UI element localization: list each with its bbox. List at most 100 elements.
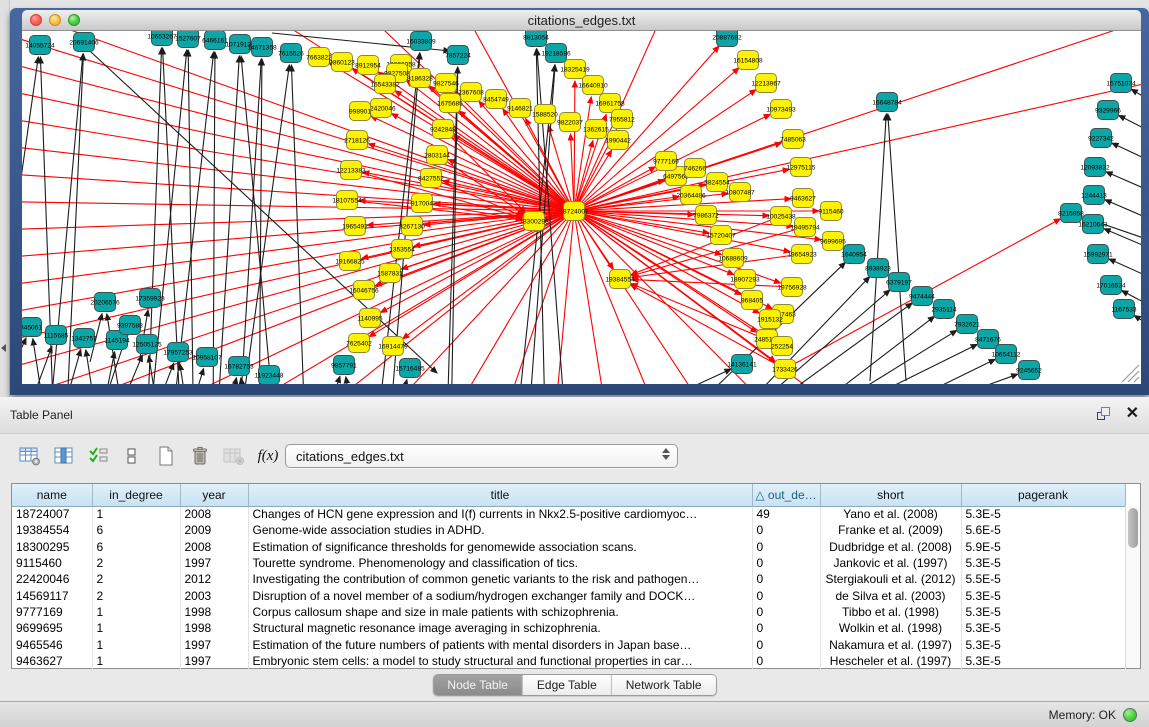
- network-node[interactable]: 917004: [411, 194, 433, 213]
- function-builder-icon[interactable]: f(x): [254, 442, 282, 470]
- network-node[interactable]: 8267130: [399, 217, 425, 236]
- network-node[interactable]: 2367608: [458, 83, 484, 102]
- column-header-name[interactable]: name: [12, 484, 92, 506]
- network-node[interactable]: 7986372: [693, 206, 719, 225]
- column-header-year[interactable]: year: [180, 484, 248, 506]
- network-node[interactable]: 1115685: [44, 326, 69, 345]
- network-node[interactable]: 16210643: [1078, 215, 1108, 234]
- table-row[interactable]: 946554611997Estimation of the future num…: [12, 636, 1125, 652]
- table-select-dropdown[interactable]: citations_edges.txt: [285, 444, 678, 468]
- network-node[interactable]: 9227342: [1088, 129, 1114, 148]
- table-row[interactable]: 977716911998Corpus callosum shape and si…: [12, 604, 1125, 620]
- network-node[interactable]: 2935114: [931, 300, 957, 319]
- network-node[interactable]: 12505125: [132, 335, 162, 354]
- network-node[interactable]: 16033809: [406, 32, 436, 51]
- table-row[interactable]: 2242004622012Investigating the contribut…: [12, 571, 1125, 587]
- network-node[interactable]: 14671358: [247, 38, 277, 57]
- network-node[interactable]: 16640910: [578, 76, 608, 95]
- network-node[interactable]: 15992971: [1083, 245, 1113, 264]
- merge-rows-icon[interactable]: [118, 442, 146, 470]
- network-node[interactable]: 18300295: [519, 212, 549, 231]
- network-node[interactable]: 8215958: [1058, 204, 1084, 223]
- network-node[interactable]: 8427552: [418, 169, 444, 188]
- network-node[interactable]: 1588520: [532, 105, 558, 124]
- network-node[interactable]: 16914479: [378, 337, 408, 356]
- network-node[interactable]: 12975115: [787, 158, 816, 177]
- network-node[interactable]: 10688609: [718, 249, 748, 268]
- float-panel-icon[interactable]: [1096, 405, 1114, 423]
- network-node[interactable]: 1362615: [583, 120, 609, 139]
- network-node[interactable]: 20206576: [90, 293, 120, 312]
- tab-edge-table[interactable]: Edge Table: [523, 675, 612, 695]
- tab-network-table[interactable]: Network Table: [612, 675, 716, 695]
- network-canvas[interactable]: 1405572420691406106532671527607646616110…: [22, 31, 1141, 384]
- network-node[interactable]: 15716485: [395, 359, 425, 378]
- network-node[interactable]: 1640954: [841, 245, 867, 264]
- network-node[interactable]: 12093832: [1080, 158, 1110, 177]
- column-header-pagerank[interactable]: pagerank: [961, 484, 1125, 506]
- network-node[interactable]: 252254: [771, 337, 793, 356]
- show-columns-icon[interactable]: [50, 442, 78, 470]
- network-node[interactable]: 14136141: [727, 355, 757, 374]
- network-node[interactable]: 968405: [741, 291, 763, 310]
- network-node[interactable]: 1990442: [605, 131, 631, 150]
- network-node[interactable]: 9242848: [430, 120, 456, 139]
- network-node[interactable]: 10025438: [766, 207, 796, 226]
- new-column-icon[interactable]: [152, 442, 180, 470]
- network-node[interactable]: 1140995: [357, 309, 383, 328]
- network-node[interactable]: 2718126: [344, 131, 370, 150]
- network-node[interactable]: 9474444: [909, 287, 935, 306]
- table-row[interactable]: 1872400712008Changes of HCN gene express…: [12, 506, 1125, 522]
- network-node[interactable]: 9822037: [557, 113, 583, 132]
- network-node[interactable]: 12213383: [336, 161, 366, 180]
- network-node[interactable]: 8938923: [865, 259, 891, 278]
- network-node[interactable]: 18724007: [559, 202, 589, 221]
- network-node[interactable]: 17957253: [163, 343, 193, 362]
- table-row[interactable]: 946362711997Embryonic stem cells: a mode…: [12, 653, 1125, 669]
- network-node[interactable]: 7615526: [278, 44, 304, 63]
- network-node[interactable]: 845061: [22, 318, 42, 337]
- minimize-window-button[interactable]: [49, 14, 61, 26]
- network-window-titlebar[interactable]: citations_edges.txt: [22, 10, 1141, 31]
- row-selection-icon[interactable]: [84, 442, 112, 470]
- network-node[interactable]: 9146821: [507, 99, 533, 118]
- network-node[interactable]: 9860123: [329, 53, 355, 72]
- network-node[interactable]: 20691406: [69, 33, 99, 52]
- table-row[interactable]: 1456911722003Disruption of a novel membe…: [12, 587, 1125, 603]
- network-node[interactable]: 20887682: [712, 31, 742, 47]
- table-row[interactable]: 969969511998Structural magnetic resonanc…: [12, 620, 1125, 636]
- table-row[interactable]: 1938455462009Genome-wide association stu…: [12, 522, 1125, 538]
- network-node[interactable]: 10958107: [192, 348, 222, 367]
- network-node[interactable]: 998901: [349, 102, 371, 121]
- network-node[interactable]: 9397588: [117, 316, 143, 335]
- network-node[interactable]: 16782753: [224, 357, 254, 376]
- column-header-in-degree[interactable]: in_degree: [92, 484, 180, 506]
- network-node[interactable]: 10654112: [992, 345, 1021, 364]
- network-node[interactable]: 7857224: [445, 46, 471, 65]
- tab-node-table[interactable]: Node Table: [433, 675, 523, 695]
- panel-collapse-arrow-icon[interactable]: [1, 344, 6, 352]
- network-node[interactable]: 1342757: [71, 329, 97, 348]
- delete-column-icon[interactable]: [186, 442, 214, 470]
- network-node[interactable]: 9463627: [790, 189, 816, 208]
- network-node[interactable]: 9699695: [820, 232, 846, 251]
- network-node[interactable]: 16648784: [872, 93, 902, 112]
- network-node[interactable]: 18107554: [332, 191, 362, 210]
- network-node[interactable]: 14055724: [25, 36, 55, 55]
- network-node[interactable]: 16543382: [370, 75, 400, 94]
- network-node[interactable]: 9329966: [1095, 101, 1121, 120]
- network-node[interactable]: 1353554: [389, 240, 415, 259]
- table-row[interactable]: 1830029562008Estimation of significance …: [12, 539, 1125, 555]
- close-panel-icon[interactable]: ✕: [1126, 405, 1139, 423]
- network-node[interactable]: 6466161: [202, 31, 228, 50]
- network-node[interactable]: 10973493: [766, 100, 796, 119]
- network-node[interactable]: 12213967: [751, 74, 781, 93]
- network-node[interactable]: 3824554: [704, 173, 730, 192]
- network-node[interactable]: 19756928: [777, 278, 807, 297]
- network-node[interactable]: 19495794: [790, 218, 820, 237]
- scrollbar-thumb[interactable]: [1128, 508, 1138, 548]
- network-node[interactable]: 20364486: [676, 186, 706, 205]
- network-node[interactable]: 10653267: [147, 31, 177, 46]
- network-node[interactable]: 15751074: [1106, 74, 1136, 93]
- table-mode-icon[interactable]: [16, 442, 44, 470]
